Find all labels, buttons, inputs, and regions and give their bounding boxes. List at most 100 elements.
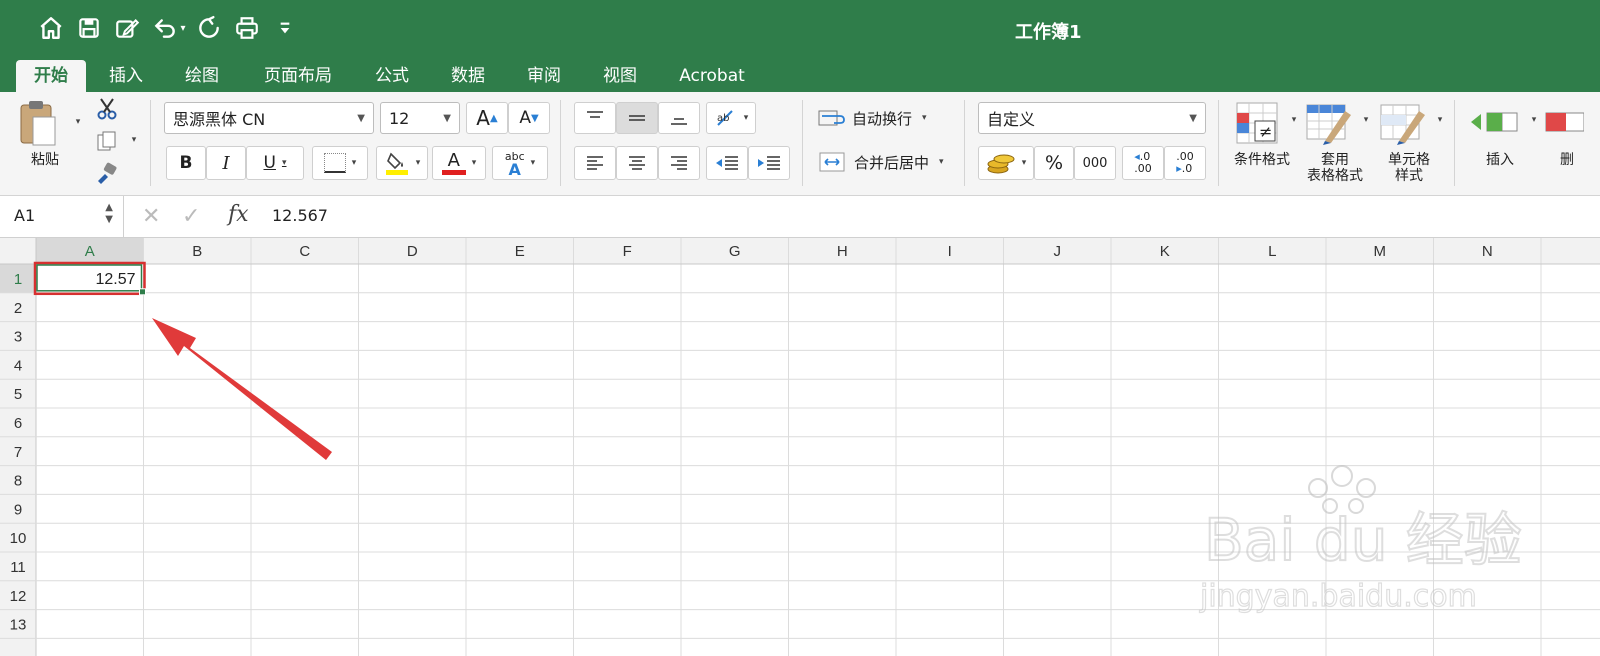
table-format-label[interactable]: 套用 表格格式 bbox=[1298, 152, 1372, 184]
tab-data[interactable]: 数据 bbox=[440, 60, 496, 92]
row-header-9[interactable]: 9 bbox=[14, 501, 22, 518]
orientation-button[interactable]: ab ▾ bbox=[706, 102, 756, 134]
column-header-h[interactable]: H bbox=[837, 243, 848, 260]
undo-dropdown-icon[interactable]: ▾ bbox=[176, 12, 190, 44]
increase-decimal-button[interactable]: ◂.0 .00 bbox=[1122, 146, 1164, 180]
comma-style-button[interactable]: 000 bbox=[1074, 146, 1116, 180]
edit-icon[interactable] bbox=[108, 12, 146, 44]
column-header-j[interactable]: J bbox=[1054, 243, 1062, 260]
align-center-button[interactable] bbox=[616, 146, 658, 180]
insert-cells-label[interactable]: 插入 bbox=[1474, 152, 1526, 168]
accounting-format-button[interactable]: ▾ bbox=[978, 146, 1034, 180]
column-header-l[interactable]: L bbox=[1268, 243, 1276, 260]
column-header-d[interactable]: D bbox=[407, 243, 418, 260]
borders-button[interactable]: ▾ bbox=[312, 146, 368, 180]
bold-button[interactable]: B bbox=[166, 146, 206, 180]
column-header-a[interactable]: A bbox=[85, 243, 95, 260]
merge-center-button[interactable]: 合并后居中 ▾ bbox=[818, 148, 958, 176]
paste-label[interactable]: 粘贴 bbox=[20, 152, 70, 168]
row-header-4[interactable]: 4 bbox=[14, 357, 22, 374]
row-header-12[interactable]: 12 bbox=[10, 588, 27, 605]
row-header-2[interactable]: 2 bbox=[14, 300, 22, 317]
cancel-entry-icon[interactable]: ✕ bbox=[142, 204, 160, 229]
name-box[interactable]: A1 ▲ ▼ bbox=[0, 196, 124, 238]
grow-font-button[interactable]: A ▲ bbox=[466, 102, 508, 134]
cell-style-dropdown-icon[interactable]: ▾ bbox=[1434, 112, 1446, 128]
font-color-button[interactable]: A ▾ bbox=[432, 146, 486, 180]
copy-dropdown-icon[interactable]: ▾ bbox=[128, 132, 140, 148]
row-header-11[interactable]: 11 bbox=[10, 559, 26, 576]
table-format-dropdown-icon[interactable]: ▾ bbox=[1360, 112, 1372, 128]
conditional-format-label[interactable]: 条件格式 bbox=[1224, 152, 1300, 168]
insert-cells-icon[interactable] bbox=[1468, 102, 1520, 142]
font-name-select[interactable]: 思源黑体 CN ▼ bbox=[164, 102, 374, 134]
row-header-7[interactable]: 7 bbox=[14, 444, 22, 461]
shrink-font-button[interactable]: A ▼ bbox=[508, 102, 550, 134]
row-header-8[interactable]: 8 bbox=[14, 473, 22, 490]
cell-style-icon[interactable] bbox=[1378, 100, 1428, 146]
decrease-indent-button[interactable] bbox=[706, 146, 748, 180]
home-icon[interactable] bbox=[32, 12, 70, 44]
tab-draw[interactable]: 绘图 bbox=[172, 60, 232, 92]
delete-cells-icon[interactable] bbox=[1544, 102, 1600, 142]
font-size-select[interactable]: 12 ▼ bbox=[380, 102, 460, 134]
row-header-1[interactable]: 1 bbox=[14, 271, 22, 288]
fill-color-button[interactable]: ▾ bbox=[376, 146, 428, 180]
align-top-button[interactable] bbox=[574, 102, 616, 134]
column-header-f[interactable]: F bbox=[623, 243, 632, 260]
formula-input[interactable]: 12.567 bbox=[272, 206, 328, 225]
insert-function-button[interactable]: fx bbox=[228, 202, 249, 227]
column-header-n[interactable]: N bbox=[1482, 243, 1493, 260]
tab-review[interactable]: 审阅 bbox=[516, 60, 572, 92]
tab-acrobat[interactable]: Acrobat bbox=[668, 60, 756, 92]
number-format-select[interactable]: 自定义 ▼ bbox=[978, 102, 1206, 134]
tab-view[interactable]: 视图 bbox=[592, 60, 648, 92]
increase-indent-button[interactable] bbox=[748, 146, 790, 180]
paste-icon[interactable] bbox=[14, 98, 62, 150]
column-header-g[interactable]: G bbox=[729, 243, 741, 260]
underline-button[interactable]: U ▾ bbox=[246, 146, 304, 180]
customize-icon[interactable] bbox=[266, 12, 304, 44]
cell-a1[interactable]: 12.57 bbox=[95, 271, 135, 288]
row-header-3[interactable]: 3 bbox=[14, 329, 22, 346]
print-icon[interactable] bbox=[228, 12, 266, 44]
phonetic-button[interactable]: abc A ▾ bbox=[492, 146, 548, 180]
fill-handle[interactable] bbox=[139, 288, 146, 296]
row-header-6[interactable]: 6 bbox=[14, 415, 22, 432]
column-header-m[interactable]: M bbox=[1374, 243, 1387, 260]
redo-icon[interactable] bbox=[190, 12, 228, 44]
decrease-decimal-button[interactable]: .00 ▸.0 bbox=[1164, 146, 1206, 180]
align-left-button[interactable] bbox=[574, 146, 616, 180]
tab-insert[interactable]: 插入 bbox=[96, 60, 156, 92]
row-header-10[interactable]: 10 bbox=[10, 530, 27, 547]
conditional-format-icon[interactable]: ≠ bbox=[1232, 100, 1282, 146]
row-header-13[interactable]: 13 bbox=[10, 617, 27, 634]
italic-button[interactable]: I bbox=[206, 146, 246, 180]
align-middle-button[interactable] bbox=[616, 102, 658, 134]
confirm-entry-icon[interactable]: ✓ bbox=[182, 204, 200, 229]
format-painter-icon[interactable] bbox=[94, 160, 120, 186]
row-header-5[interactable]: 5 bbox=[14, 386, 22, 403]
align-bottom-button[interactable] bbox=[658, 102, 700, 134]
cell-style-label[interactable]: 单元格 样式 bbox=[1372, 152, 1446, 184]
insert-cells-dropdown-icon[interactable]: ▾ bbox=[1528, 112, 1540, 128]
column-header-c[interactable]: C bbox=[299, 243, 310, 260]
copy-icon[interactable] bbox=[94, 128, 120, 154]
delete-cells-label[interactable]: 删 bbox=[1560, 152, 1590, 168]
save-icon[interactable] bbox=[70, 12, 108, 44]
column-header-e[interactable]: E bbox=[515, 243, 525, 260]
column-header-b[interactable]: B bbox=[192, 243, 202, 260]
paste-dropdown-icon[interactable]: ▾ bbox=[72, 114, 84, 130]
column-header-i[interactable]: I bbox=[948, 243, 952, 260]
name-box-spinner-icon[interactable]: ▲ ▼ bbox=[105, 202, 113, 226]
table-format-icon[interactable] bbox=[1304, 100, 1354, 146]
align-right-button[interactable] bbox=[658, 146, 700, 180]
cut-icon[interactable] bbox=[94, 96, 120, 122]
wrap-text-button[interactable]: 自动换行 ▾ bbox=[818, 104, 958, 132]
tab-page-layout[interactable]: 页面布局 bbox=[252, 60, 344, 92]
tab-formulas[interactable]: 公式 bbox=[364, 60, 420, 92]
conditional-format-dropdown-icon[interactable]: ▾ bbox=[1288, 112, 1300, 128]
tab-home[interactable]: 开始 bbox=[16, 60, 86, 92]
percent-button[interactable]: % bbox=[1034, 146, 1074, 180]
column-header-k[interactable]: K bbox=[1160, 243, 1170, 260]
